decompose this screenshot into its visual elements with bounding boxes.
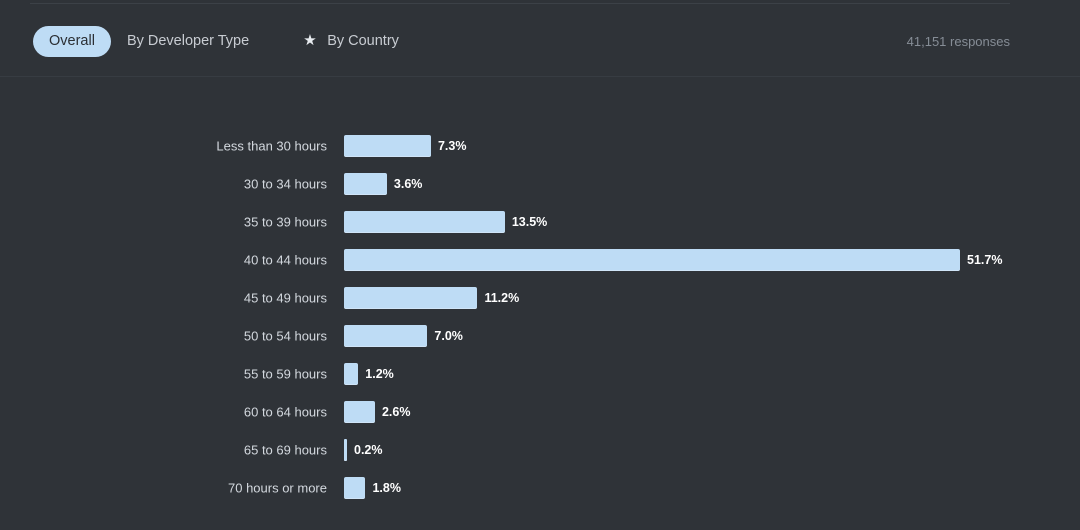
- bar-container: 7.0%: [344, 325, 463, 347]
- bar[interactable]: [344, 249, 960, 271]
- tab-by-country-label: By Country: [327, 34, 399, 49]
- category-label: 30 to 34 hours: [0, 177, 327, 192]
- category-label: 40 to 44 hours: [0, 253, 327, 268]
- chart-row[interactable]: 55 to 59 hours 1.2%: [0, 355, 1080, 393]
- responses-count: 41,151 responses: [907, 34, 1010, 49]
- chart-row[interactable]: 40 to 44 hours 51.7%: [0, 241, 1080, 279]
- bar-container: 7.3%: [344, 135, 466, 157]
- bar[interactable]: [344, 477, 365, 499]
- bar[interactable]: [344, 325, 427, 347]
- bar-container: 51.7%: [344, 249, 1002, 271]
- tab-by-developer-type-label: By Developer Type: [127, 34, 249, 49]
- bar-container: 1.8%: [344, 477, 401, 499]
- chart-row[interactable]: 65 to 69 hours 0.2%: [0, 431, 1080, 469]
- category-label: 70 hours or more: [0, 481, 327, 496]
- tab-by-country[interactable]: ★ By Country: [287, 26, 415, 57]
- bar-value-label: 51.7%: [967, 253, 1002, 267]
- tab-header: Overall By Developer Type ★ By Country 4…: [0, 0, 1080, 77]
- bar-value-label: 3.6%: [394, 177, 423, 191]
- bar-container: 1.2%: [344, 363, 394, 385]
- chart-row[interactable]: 30 to 34 hours 3.6%: [0, 165, 1080, 203]
- bar[interactable]: [344, 439, 347, 461]
- category-label: 65 to 69 hours: [0, 443, 327, 458]
- category-label: Less than 30 hours: [0, 139, 327, 154]
- category-label: 50 to 54 hours: [0, 329, 327, 344]
- bar-value-label: 13.5%: [512, 215, 547, 229]
- chart-row[interactable]: Less than 30 hours 7.3%: [0, 127, 1080, 165]
- category-label: 55 to 59 hours: [0, 367, 327, 382]
- chart-row[interactable]: 70 hours or more 1.8%: [0, 469, 1080, 507]
- bar-value-label: 2.6%: [382, 405, 411, 419]
- bar-container: 11.2%: [344, 287, 519, 309]
- bar-value-label: 1.2%: [365, 367, 394, 381]
- category-label: 35 to 39 hours: [0, 215, 327, 230]
- tab-overall-label: Overall: [49, 34, 95, 49]
- bar[interactable]: [344, 287, 477, 309]
- bar[interactable]: [344, 363, 358, 385]
- chart-row[interactable]: 60 to 64 hours 2.6%: [0, 393, 1080, 431]
- chart-row[interactable]: 35 to 39 hours 13.5%: [0, 203, 1080, 241]
- bar-value-label: 1.8%: [372, 481, 401, 495]
- bar-container: 3.6%: [344, 173, 422, 195]
- category-label: 60 to 64 hours: [0, 405, 327, 420]
- bar[interactable]: [344, 401, 375, 423]
- tab-overall[interactable]: Overall: [33, 26, 111, 57]
- bar[interactable]: [344, 135, 431, 157]
- star-icon: ★: [303, 33, 318, 48]
- bar-container: 13.5%: [344, 211, 547, 233]
- bar-container: 2.6%: [344, 401, 410, 423]
- bar[interactable]: [344, 173, 387, 195]
- tab-by-developer-type[interactable]: By Developer Type: [111, 26, 265, 57]
- bar-value-label: 7.0%: [434, 329, 463, 343]
- bar-container: 0.2%: [344, 439, 383, 461]
- bar-value-label: 7.3%: [438, 139, 467, 153]
- bar-value-label: 11.2%: [484, 291, 519, 305]
- hours-worked-bar-chart: Less than 30 hours 7.3% 30 to 34 hours 3.6%…: [0, 127, 1080, 507]
- chart-row[interactable]: 50 to 54 hours 7.0%: [0, 317, 1080, 355]
- chart-row[interactable]: 45 to 49 hours 11.2%: [0, 279, 1080, 317]
- category-label: 45 to 49 hours: [0, 291, 327, 306]
- tab-list: Overall By Developer Type ★ By Country: [33, 26, 415, 57]
- bar[interactable]: [344, 211, 505, 233]
- bar-value-label: 0.2%: [354, 443, 383, 457]
